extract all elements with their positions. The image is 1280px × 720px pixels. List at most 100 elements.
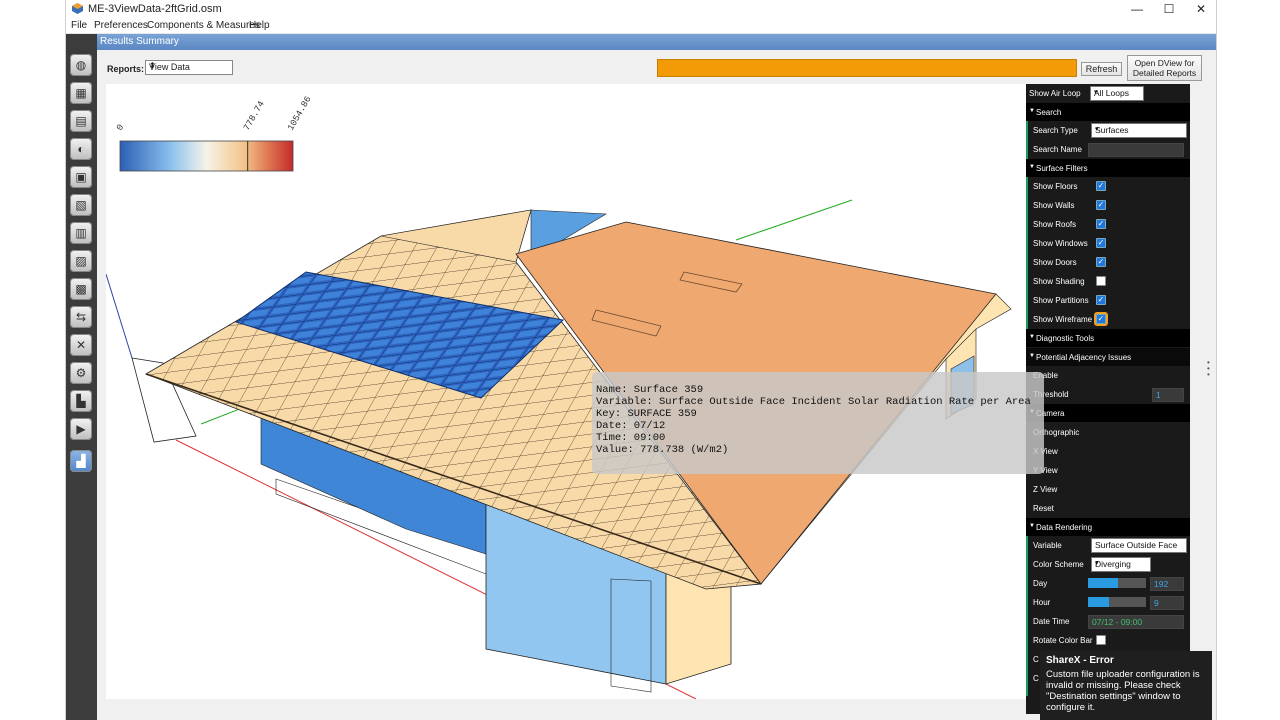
color-bar-legend: 0 778.74 1054.86 [115, 95, 314, 172]
hour-row: Hour 9 [1026, 593, 1190, 612]
day-label: Day [1033, 579, 1048, 588]
show-windows-checkbox[interactable]: ✓ [1096, 238, 1106, 248]
openstudio-logo-icon [72, 3, 83, 14]
maximize-button[interactable]: ☐ [1153, 0, 1185, 18]
z-view-button[interactable]: Z View [1033, 485, 1057, 494]
filter-label: Show Doors [1033, 258, 1077, 267]
day-input[interactable]: 192 [1150, 577, 1184, 591]
surface-filters-header[interactable]: ▼ Surface Filters [1026, 159, 1190, 177]
surface-tooltip: Name: Surface 359 Variable: Surface Outs… [592, 372, 1044, 474]
tooltip-name: Name: Surface 359 [596, 384, 704, 396]
reports-dropdown[interactable]: View Data ⬍ [145, 60, 233, 75]
loads-icon[interactable]: ◐ [70, 138, 92, 160]
menu-components-measures[interactable]: Components & Measures [147, 20, 260, 31]
search-type-row: Search Type Surfaces ▾ [1026, 121, 1190, 140]
camera-header[interactable]: ▼ Camera [1026, 404, 1190, 422]
hour-input[interactable]: 9 [1150, 596, 1184, 610]
reports-label: Reports: [107, 64, 145, 74]
space-types-icon[interactable]: ▣ [70, 166, 92, 188]
threshold-row: Threshold 1 [1026, 385, 1190, 404]
search-name-row: Search Name [1026, 140, 1190, 159]
hour-slider[interactable] [1088, 597, 1146, 607]
diagnostic-tools-header[interactable]: ▼ Diagnostic Tools [1026, 329, 1190, 347]
site-icon[interactable]: ◍ [70, 54, 92, 76]
menu-help[interactable]: Help [249, 20, 270, 31]
collapse-triangle-icon: ▼ [1029, 334, 1035, 340]
menu-preferences[interactable]: Preferences [94, 20, 148, 31]
rotate-color-bar-label: Rotate Color Bar [1033, 636, 1093, 645]
x-view-row[interactable]: X View [1026, 442, 1190, 461]
color-bar [119, 140, 294, 172]
simulation-settings-icon[interactable]: ⚙ [70, 362, 92, 384]
window-title: ME-3ViewData-2ftGrid.osm [88, 3, 222, 15]
open-dview-label-1: Open DView for [1134, 58, 1195, 68]
date-time-label: Date Time [1033, 617, 1070, 626]
minimize-button[interactable]: — [1121, 0, 1153, 18]
filter-row-roofs: Show Roofs ✓ [1026, 215, 1190, 234]
show-roofs-checkbox[interactable]: ✓ [1096, 219, 1106, 229]
tooltip-time: Time: 09:00 [596, 432, 666, 444]
tooltip-variable: Variable: Surface Outside Face Incident … [596, 396, 1031, 408]
day-row: Day 192 [1026, 574, 1190, 593]
show-doors-checkbox[interactable]: ✓ [1096, 257, 1106, 267]
collapse-triangle-icon: ▼ [1029, 523, 1035, 529]
color-bar-min-label: 0 [115, 123, 126, 133]
facility-icon[interactable]: ▥ [70, 222, 92, 244]
search-type-dropdown[interactable]: Surfaces ▾ [1091, 123, 1187, 138]
data-rendering-header[interactable]: ▼ Data Rendering [1026, 518, 1190, 536]
color-scheme-dropdown[interactable]: Diverging ▾ [1091, 557, 1151, 572]
updown-arrow-icon: ⬍ [149, 61, 156, 70]
measures-icon[interactable]: ▙ [70, 390, 92, 412]
cut-label-2: C [1033, 674, 1039, 683]
z-view-row[interactable]: Z View [1026, 480, 1190, 499]
date-time-input[interactable]: 07/12 - 09:00 [1088, 615, 1184, 629]
open-dview-button[interactable]: Open DView for Detailed Reports [1127, 55, 1202, 81]
collapse-triangle-icon: ▼ [1029, 108, 1035, 114]
show-wireframe-checkbox[interactable]: ✓ [1094, 312, 1108, 326]
reset-row[interactable]: Reset [1026, 499, 1190, 518]
search-type-label: Search Type [1033, 126, 1078, 135]
variable-dropdown[interactable]: Surface Outside Face [1091, 538, 1187, 553]
refresh-button[interactable]: Refresh [1081, 62, 1122, 76]
thermal-zones-icon[interactable]: ▩ [70, 278, 92, 300]
rotate-color-bar-checkbox[interactable] [1096, 635, 1106, 645]
threshold-input[interactable]: 1 [1152, 388, 1184, 402]
show-walls-checkbox[interactable]: ✓ [1096, 200, 1106, 210]
schedules-icon[interactable]: ▦ [70, 82, 92, 104]
filter-label: Show Wireframe [1033, 315, 1093, 324]
results-summary-title: Results Summary [100, 36, 179, 47]
y-view-row[interactable]: Y View [1026, 461, 1190, 480]
menu-file[interactable]: File [71, 20, 87, 31]
air-loop-dropdown[interactable]: All Loops ▾ [1090, 86, 1144, 101]
results-icon[interactable]: ▟ [70, 450, 92, 472]
filter-label: Show Roofs [1033, 220, 1077, 229]
close-button[interactable]: ✕ [1185, 0, 1216, 18]
filter-row-wireframe: Show Wireframe ✓ [1026, 310, 1190, 329]
filter-row-windows: Show Windows ✓ [1026, 234, 1190, 253]
search-header-label: Search [1036, 108, 1062, 117]
z-axis-line [106, 273, 133, 359]
constructions-icon[interactable]: ▤ [70, 110, 92, 132]
output-variables-icon[interactable]: ✕ [70, 334, 92, 356]
results-summary-bar: Results Summary [97, 34, 1216, 50]
reset-button[interactable]: Reset [1033, 504, 1054, 513]
day-slider-fill [1088, 578, 1118, 588]
sharex-error-notification[interactable]: ShareX - Error Custom file uploader conf… [1040, 651, 1212, 720]
spaces-icon[interactable]: ▨ [70, 250, 92, 272]
show-partitions-checkbox[interactable]: ✓ [1096, 295, 1106, 305]
date-time-value: 07/12 - 09:00 [1092, 617, 1143, 627]
search-name-input[interactable] [1088, 143, 1184, 157]
enable-row: Enable [1026, 366, 1190, 385]
hvac-icon[interactable]: ⇆ [70, 306, 92, 328]
cut-label-1: C [1033, 655, 1039, 664]
splitter-handle-icon[interactable]: • • • [1207, 359, 1213, 380]
geometry-icon[interactable]: ▧ [70, 194, 92, 216]
run-icon[interactable]: ▶ [70, 418, 92, 440]
day-slider[interactable] [1088, 578, 1146, 588]
search-header[interactable]: ▼ Search [1026, 103, 1190, 121]
adjacency-label: Potential Adjacency Issues [1036, 353, 1132, 362]
show-shading-checkbox[interactable] [1096, 276, 1106, 286]
show-floors-checkbox[interactable]: ✓ [1096, 181, 1106, 191]
adjacency-header[interactable]: ▼ Potential Adjacency Issues [1026, 348, 1190, 366]
color-bar-mid-label: 778.74 [242, 99, 267, 132]
